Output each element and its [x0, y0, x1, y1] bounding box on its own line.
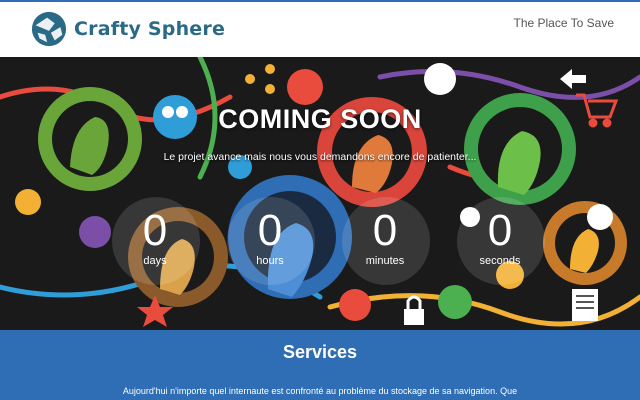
countdown-seconds: 0 seconds [445, 197, 555, 285]
gear-icon [38, 87, 142, 191]
site-header: Crafty Sphere The Place To Save [0, 2, 640, 57]
services-heading: Services [282, 342, 358, 362]
countdown-seconds-value: 0 [487, 206, 513, 255]
countdown-seconds-label: seconds [479, 255, 521, 267]
countdown-minutes-label: minutes [365, 255, 405, 267]
brand-name: Crafty Sphere [74, 18, 226, 40]
countdown-hours: 0 hours [215, 197, 325, 285]
services-section: Services Aujourd'hui n'importe quel inte… [0, 330, 640, 400]
coming-soon-subtitle: Le projet avance mais nous vous demandon… [163, 151, 477, 163]
services-description: Aujourd'hui n'importe quel internaute es… [122, 386, 518, 396]
coming-soon-title: COMING SOON [218, 104, 422, 134]
countdown-hours-label: hours [256, 255, 284, 267]
brand-logo-link[interactable]: Crafty Sphere [30, 10, 225, 48]
logo-sphere-icon [31, 11, 67, 47]
countdown-days: 0 days [100, 197, 210, 285]
countdown-days-value: 0 [142, 206, 168, 255]
countdown-days-label: days [143, 255, 167, 267]
header-tagline: The Place To Save [513, 16, 614, 30]
countdown-minutes: 0 minutes [330, 197, 440, 285]
countdown-hours-value: 0 [257, 206, 283, 255]
hero-banner: COMING SOON Le projet avance mais nous v… [0, 57, 640, 330]
countdown-timer: 0 days 0 hours 0 minutes 0 seconds [100, 197, 560, 297]
countdown-minutes-value: 0 [372, 206, 398, 255]
